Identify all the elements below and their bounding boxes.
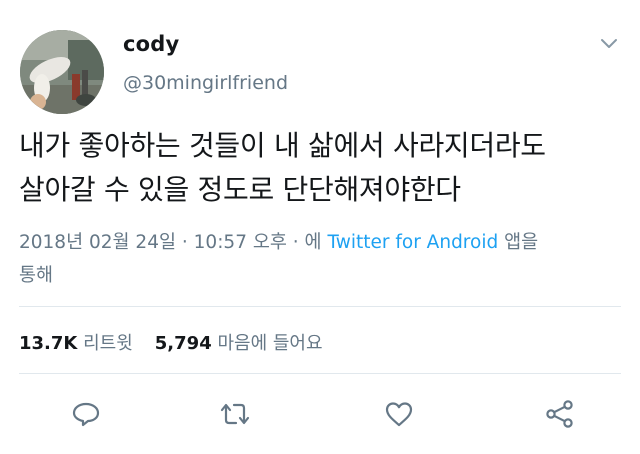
divider bbox=[19, 373, 621, 374]
tweet-meta: 2018년 02월 24일 · 10:57 오후 · 에 Twitter for… bbox=[19, 226, 609, 292]
tweet-time[interactable]: 10:57 오후 bbox=[194, 232, 287, 253]
retweet-label[interactable]: 리트윗 bbox=[83, 333, 133, 354]
divider bbox=[19, 306, 621, 307]
like-heart-icon[interactable] bbox=[383, 398, 415, 430]
tweet-date[interactable]: 2018년 02월 24일 bbox=[19, 232, 176, 253]
share-icon[interactable] bbox=[544, 398, 576, 430]
tweet-text-line: 내가 좋아하는 것들이 내 삶에서 사라지더라도 bbox=[19, 129, 546, 162]
like-count[interactable]: 5,794 bbox=[155, 333, 212, 354]
like-label[interactable]: 마음에 들어요 bbox=[217, 333, 322, 354]
tweet-detail: cody @30mingirlfriend 내가 좋아하는 것들이 내 삶에서 … bbox=[0, 0, 640, 454]
author-handle[interactable]: @30mingirlfriend bbox=[123, 72, 288, 94]
author-name[interactable]: cody bbox=[123, 32, 179, 56]
meta-separator: · bbox=[181, 232, 188, 253]
tweet-stats: 13.7K 리트윗 5,794 마음에 들어요 bbox=[19, 329, 323, 355]
via-suffix: 앱을 bbox=[504, 232, 539, 253]
avatar-image bbox=[20, 30, 104, 114]
reply-icon[interactable] bbox=[70, 398, 102, 430]
source-app-link[interactable]: Twitter for Android bbox=[327, 232, 498, 253]
retweet-count[interactable]: 13.7K bbox=[19, 333, 77, 354]
more-options-chevron-down-icon[interactable] bbox=[600, 36, 618, 50]
avatar[interactable] bbox=[20, 30, 104, 114]
tweet-text: 내가 좋아하는 것들이 내 삶에서 사라지더라도 살아갈 수 있을 정도로 단단… bbox=[19, 124, 624, 212]
tweet-text-line: 살아갈 수 있을 정도로 단단해져야한다 bbox=[19, 173, 461, 206]
retweet-icon[interactable] bbox=[219, 398, 251, 430]
via-prefix: · 에 bbox=[292, 232, 322, 253]
via-suffix-line2: 통해 bbox=[19, 265, 54, 286]
action-bar bbox=[0, 398, 640, 430]
